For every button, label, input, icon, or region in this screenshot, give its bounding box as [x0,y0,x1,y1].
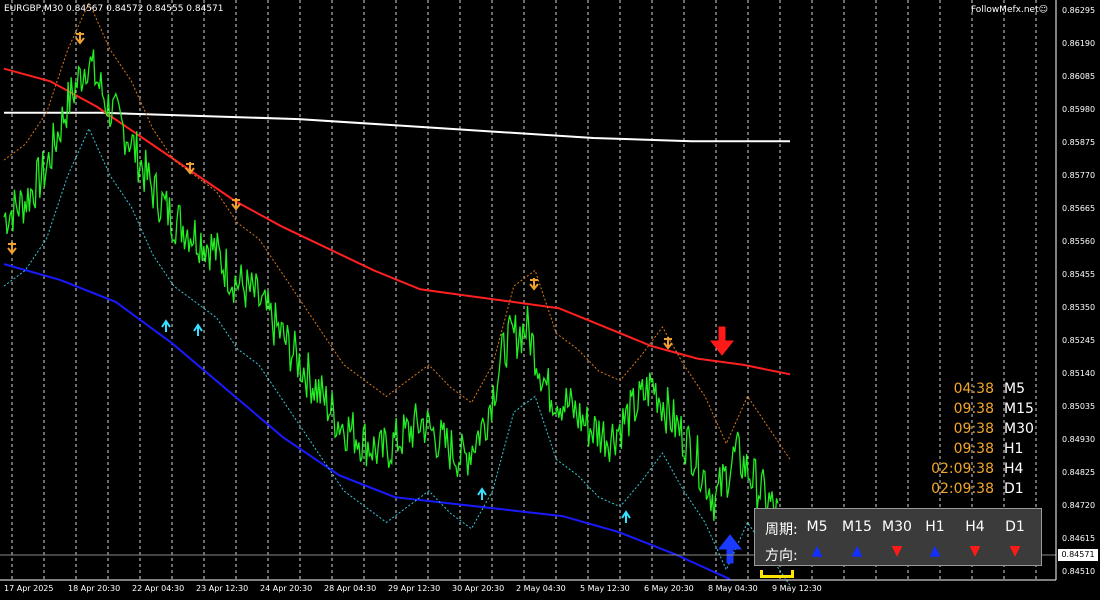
time-tick-label: 22 Apr 04:30 [132,584,185,593]
price-tick-label: 0.86190 [1062,39,1096,48]
timer-period: H4 [1004,461,1024,477]
panel-period-h1: H1 [925,519,945,535]
lower-envelope-line [3,127,791,586]
price-tick-label: 0.85560 [1062,237,1096,246]
price-tick-label: 0.85875 [1062,138,1096,147]
timer-period: D1 [1004,481,1024,497]
timer-value: 09:38 [953,421,994,437]
direction-down-icon: ▼ [1009,543,1021,559]
timer-period: M15 [1004,401,1034,417]
timer-row: 02:09:38 D1 [930,481,1024,497]
indicator-lines [3,1,791,586]
sell-arrow-icon [529,278,539,291]
time-tick-label: 2 May 04:30 [516,584,566,593]
time-tick-label: 28 Apr 04:30 [324,584,377,593]
sell-arrow-icon [7,242,17,255]
timer-period: M5 [1004,381,1025,397]
sell-arrow-icon [75,32,85,45]
price-tick-label: 0.85350 [1062,303,1096,312]
direction-down-icon: ▼ [891,543,903,559]
panel-period-m5: M5 [806,519,828,535]
time-tick-label: 29 Apr 12:30 [388,584,441,593]
sell-arrow-icon [663,337,673,350]
price-tick-label: 0.85245 [1062,336,1096,345]
timer-row: 09:38 H1 [930,441,1024,457]
panel-period-m30: M30 [882,519,912,535]
price-tick-label: 0.85770 [1062,171,1096,180]
direction-panel: 周期: 方向: M5 ▲ M15 ▲ M30 ▼ H1 ▲ H4 ▼ D1 ▼ [754,508,1042,566]
upper-envelope-line [3,1,791,460]
signal-arrows [7,32,773,566]
price-tick-label: 0.86085 [1062,72,1096,81]
buy-arrow-icon [717,534,743,564]
price-tick-label: 0.84615 [1062,534,1096,543]
price-tick-label: 0.84720 [1062,501,1096,510]
price-tick-label: 0.84510 [1062,567,1096,576]
timer-period: H1 [1004,441,1024,457]
direction-row-label: 方向: [765,548,798,564]
panel-period-m15: M15 [842,519,872,535]
time-tick-label: 30 Apr 20:30 [452,584,505,593]
time-tick-label: 17 Apr 2025 [4,584,54,593]
price-series [3,49,779,523]
buy-arrow-icon [621,510,631,523]
time-tick-label: 18 Apr 20:30 [68,584,121,593]
timer-row: 09:38 M15 [930,401,1034,417]
slow-ma-line [3,67,791,376]
time-tick-label: 24 Apr 20:30 [260,584,313,593]
sell-arrow-icon [709,326,735,356]
price-tick-label: 0.85980 [1062,105,1096,114]
brand-label: FollowMefx.net☺ [970,5,1048,15]
timer-value: 04:38 [953,381,994,397]
price-tick-label: 0.85455 [1062,270,1096,279]
panel-period-h4: H4 [965,519,985,535]
direction-up-icon: ▲ [811,543,823,559]
price-tick-label: 0.84825 [1062,468,1096,477]
panel-period-d1: D1 [1005,519,1025,535]
timer-row: 09:38 M30 [930,421,1034,437]
buy-arrow-icon [161,319,171,332]
buy-arrow-icon [193,323,203,336]
highlight-marker [760,570,794,578]
price-tick-label: 0.85665 [1062,204,1096,213]
price-tick-label: 0.85140 [1062,369,1096,378]
price-tick-label: 0.86295 [1062,6,1096,15]
time-tick-label: 5 May 12:30 [580,584,630,593]
direction-up-icon: ▲ [929,543,941,559]
time-tick-label: 23 Apr 12:30 [196,584,249,593]
timer-value: 09:38 [953,441,994,457]
chart-grid [11,0,1037,580]
price-tick-label: 0.85035 [1062,402,1096,411]
time-tick-label: 8 May 04:30 [708,584,758,593]
time-tick-label: 6 May 20:30 [644,584,694,593]
lower-channel-line [3,263,731,581]
timer-value: 02:09:38 [931,461,994,477]
symbol-header: EURGBP,M30 0.84567 0.84572 0.84555 0.845… [4,4,224,14]
price-line [3,49,779,523]
direction-up-icon: ▲ [851,543,863,559]
timer-value: 02:09:38 [931,481,994,497]
timer-row: 04:38 M5 [930,381,1025,397]
current-price-tag: 0.84571 [1058,549,1098,561]
buy-arrow-icon [477,487,487,500]
timer-row: 02:09:38 H4 [930,461,1023,477]
timer-period: M30 [1004,421,1034,437]
time-tick-label: 9 May 12:30 [772,584,822,593]
timer-value: 09:38 [953,401,994,417]
period-row-label: 周期: [765,522,798,538]
direction-down-icon: ▼ [969,543,981,559]
price-tick-label: 0.84930 [1062,435,1096,444]
